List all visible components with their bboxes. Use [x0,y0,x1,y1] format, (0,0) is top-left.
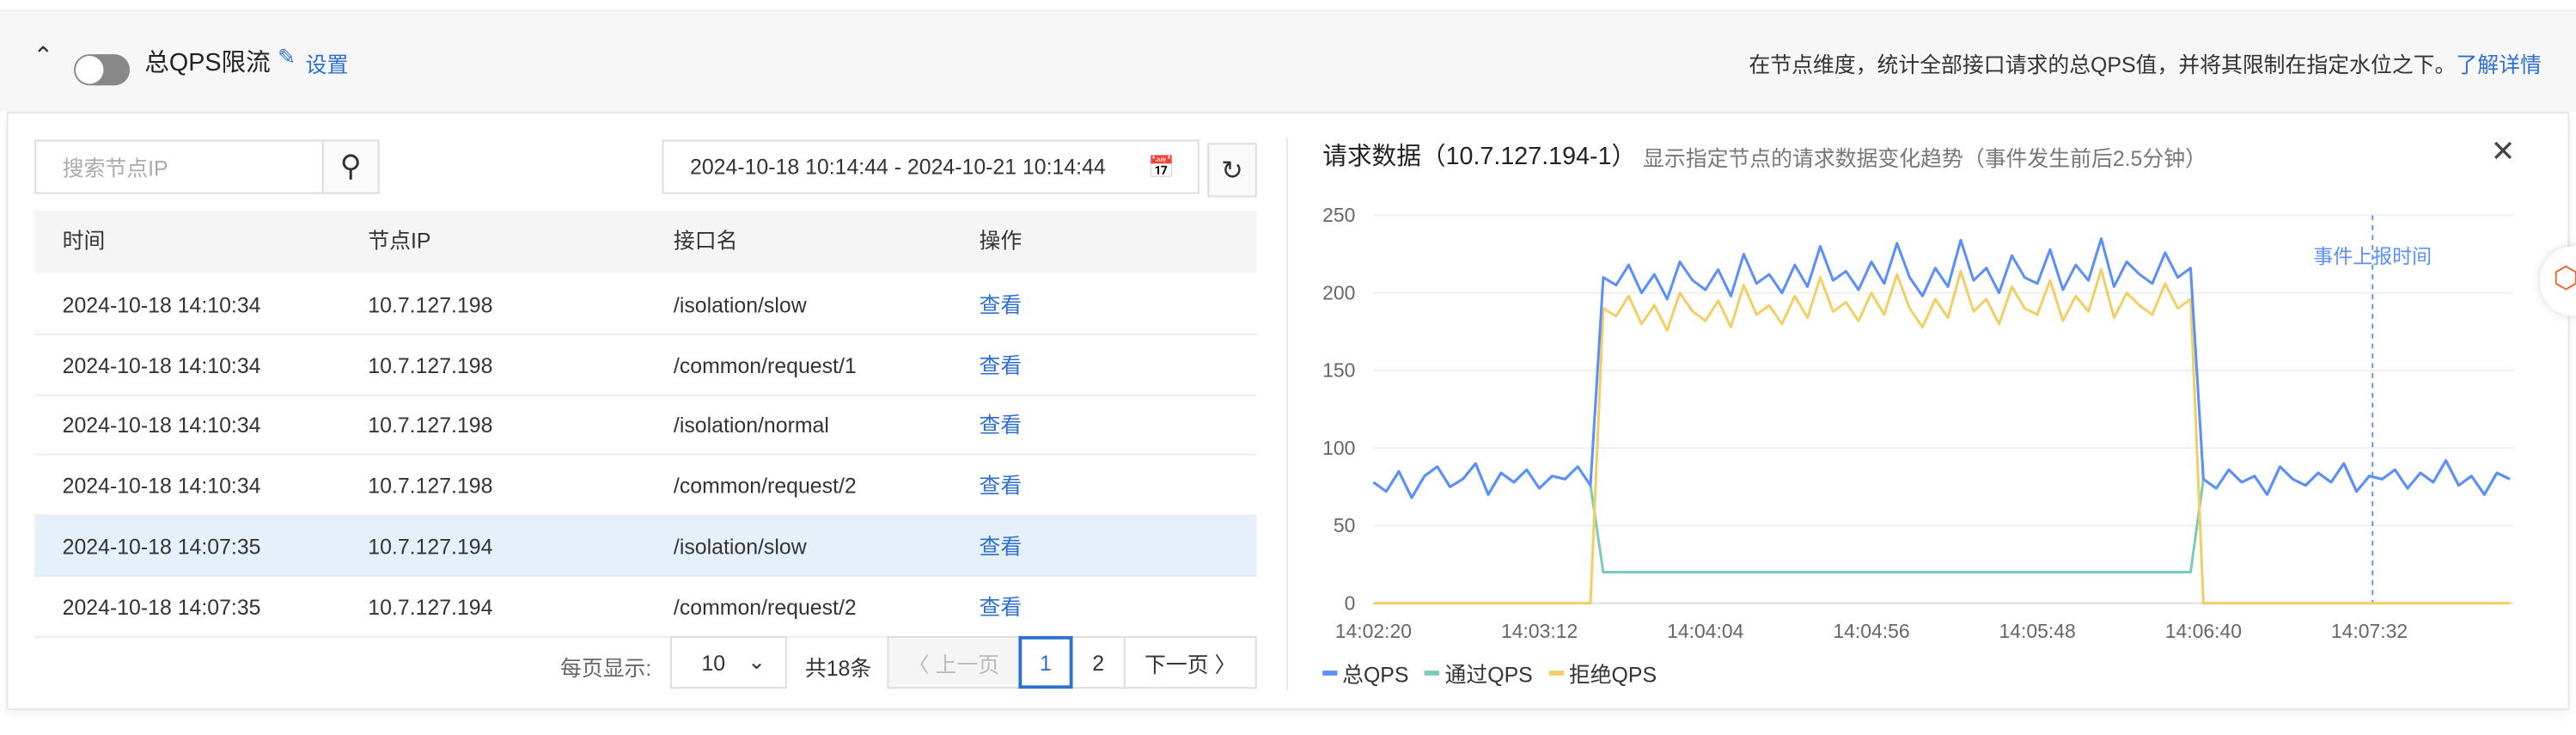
legend-swatch [1322,671,1338,676]
series-line-reject [1373,268,2510,605]
legend-item-pass[interactable]: 通过QPS [1425,658,1533,689]
x-tick-label: 14:07:32 [2331,620,2408,642]
legend-label: 通过QPS [1444,662,1533,688]
qps-chart: 0 50 100 150 200 250 14:02:20 14:03:12 14:04:04 1… [1322,204,2514,642]
x-tick-label: 14:06:40 [2165,620,2242,642]
y-tick-label: 200 [1322,281,1355,303]
x-tick-label: 14:05:48 [1999,620,2076,642]
event-marker-label: 事件上报时间 [2313,245,2432,267]
y-tick-label: 0 [1345,591,1356,614]
legend-label: 拒绝QPS [1568,662,1657,688]
series-line-total [1372,237,2511,499]
legend-item-total[interactable]: 总QPS [1322,658,1408,689]
chart-legend: 总QPS 通过QPS 拒绝QPS [1322,654,1673,689]
page-1-button[interactable]: 1 [1018,635,1073,689]
legend-label: 总QPS [1342,662,1409,688]
legend-swatch [1425,671,1440,676]
y-tick-label: 50 [1334,514,1356,536]
y-tick-label: 150 [1322,359,1355,382]
y-tick-label: 250 [1322,204,1355,226]
x-tick-label: 14:04:04 [1667,620,1744,642]
x-tick-label: 14:04:56 [1833,620,1909,642]
legend-item-reject[interactable]: 拒绝QPS [1548,658,1657,689]
y-tick-label: 100 [1322,437,1355,459]
x-tick-label: 14:03:12 [1501,620,1578,642]
series-line-pass [1372,459,2511,574]
legend-swatch [1548,671,1565,676]
x-tick-label: 14:02:20 [1335,620,1412,642]
